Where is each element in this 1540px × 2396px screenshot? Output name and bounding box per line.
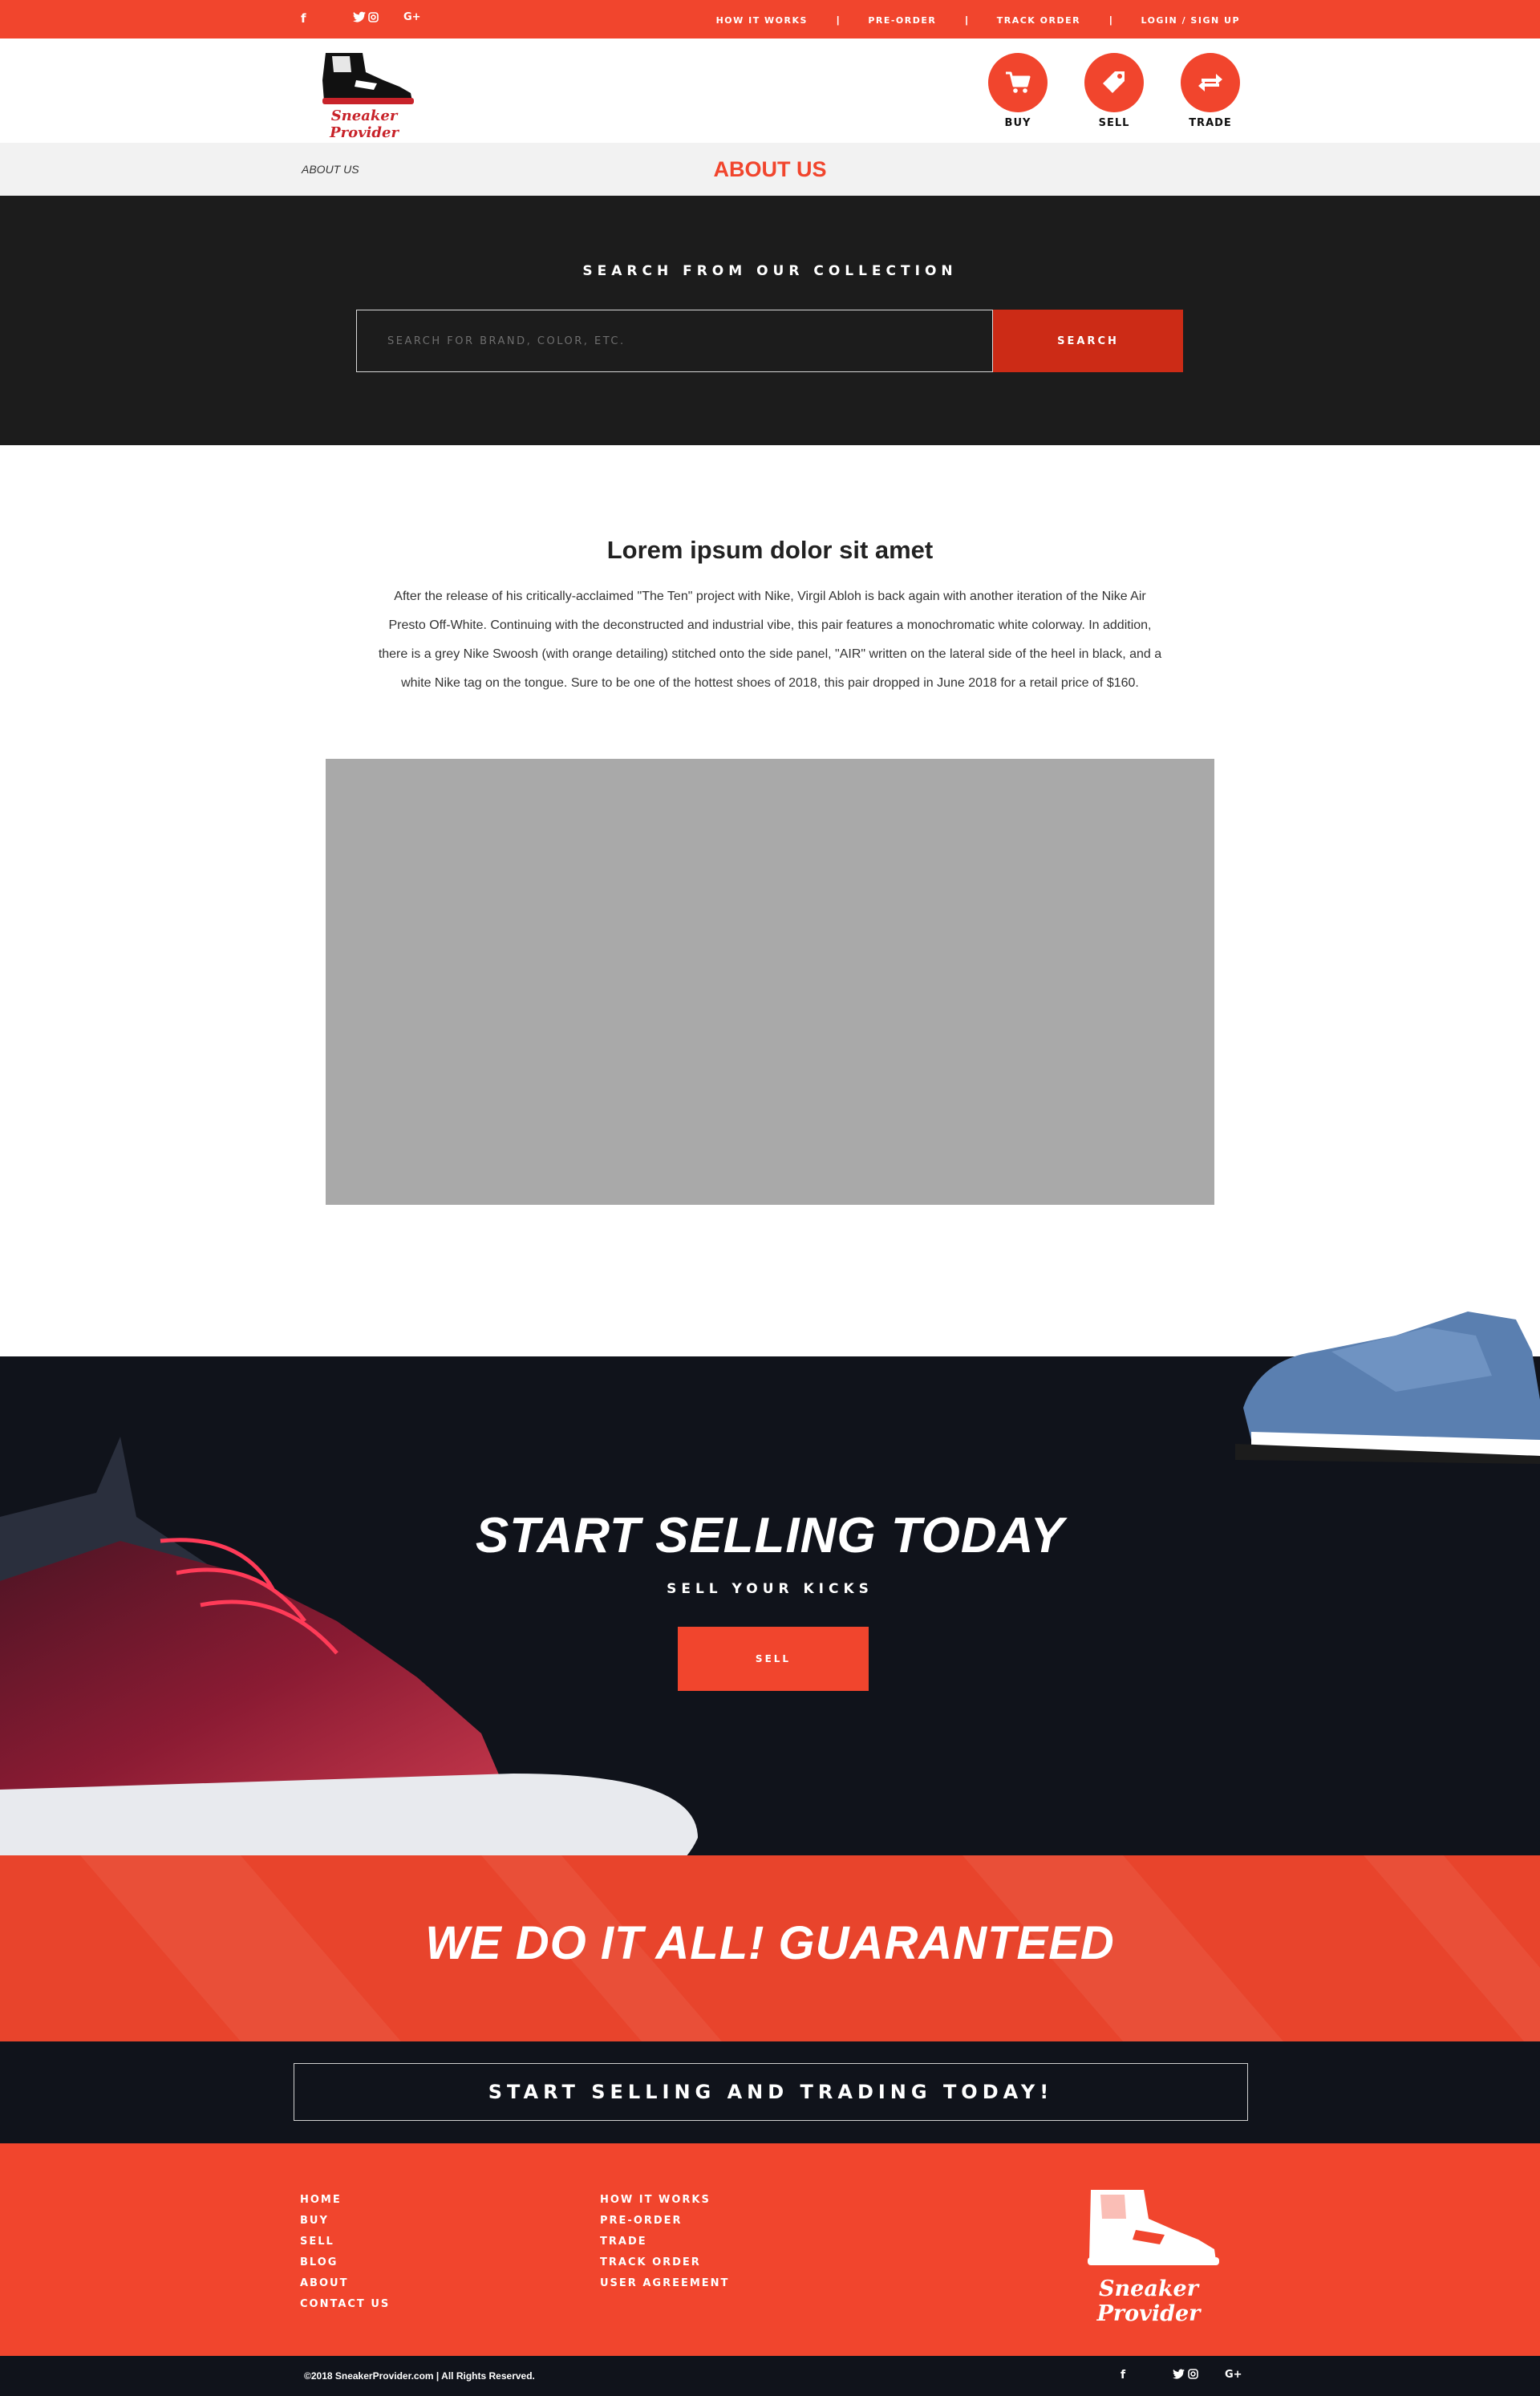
- start-selling-trading-button[interactable]: START SELLING AND TRADING TODAY!: [294, 2063, 1248, 2121]
- twitter-icon[interactable]: [353, 11, 366, 26]
- twitter-icon[interactable]: [1173, 2369, 1185, 2382]
- blue-sneaker-image: [1235, 1312, 1540, 1464]
- exchange-icon: [1181, 53, 1240, 112]
- nav-buy[interactable]: BUY: [987, 53, 1048, 129]
- separator: |: [1109, 14, 1112, 26]
- sneaker-logo-icon: [322, 53, 414, 104]
- instagram-icon[interactable]: [368, 11, 379, 26]
- search-input[interactable]: [356, 310, 993, 372]
- cart-icon: [988, 53, 1048, 112]
- footer: HOME BUY SELL BLOG ABOUT CONTACT US HOW …: [0, 2143, 1540, 2356]
- sneaker-logo-icon: [1088, 2190, 1219, 2265]
- media-placeholder: [326, 759, 1214, 1205]
- content-title: Lorem ipsum dolor sit amet: [606, 536, 934, 564]
- logo-text: Sneaker Provider: [330, 107, 399, 141]
- cta-section: START SELLING AND TRADING TODAY!: [0, 2041, 1540, 2143]
- footer-pre-order-link[interactable]: PRE-ORDER: [600, 2211, 729, 2232]
- sell-subheading: SELL YOUR KICKS: [667, 1581, 873, 1597]
- how-it-works-link[interactable]: HOW IT WORKS: [716, 15, 808, 26]
- header: Sneaker Provider BUY SELL TRADE: [0, 39, 1540, 143]
- footer-links-primary: HOME BUY SELL BLOG ABOUT CONTACT US: [300, 2190, 390, 2315]
- footer-how-it-works-link[interactable]: HOW IT WORKS: [600, 2190, 729, 2211]
- guarantee-banner: WE DO IT ALL! GUARANTEED: [0, 1855, 1540, 2041]
- footer-home-link[interactable]: HOME: [300, 2190, 390, 2211]
- sell-button[interactable]: SELL: [678, 1627, 869, 1691]
- search-section: SEARCH FROM OUR COLLECTION SEARCH: [0, 196, 1540, 445]
- pre-order-link[interactable]: PRE-ORDER: [868, 15, 936, 26]
- guarantee-text: WE DO IT ALL! GUARANTEED: [425, 1917, 1115, 1969]
- nav-trade-label: TRADE: [1189, 117, 1232, 129]
- googleplus-icon[interactable]: G+: [403, 11, 421, 23]
- search-button[interactable]: SEARCH: [993, 310, 1183, 372]
- facebook-icon[interactable]: f: [301, 11, 306, 26]
- site-logo[interactable]: Sneaker Provider: [300, 48, 428, 141]
- breadcrumb-bar: ABOUT US ABOUT US: [0, 143, 1540, 196]
- nav-buy-label: BUY: [1004, 117, 1031, 129]
- footer-logo[interactable]: Sneaker Provider: [1056, 2183, 1242, 2326]
- separator: |: [836, 14, 840, 26]
- footer-buy-link[interactable]: BUY: [300, 2211, 390, 2232]
- bottom-bar: ©2018 SneakerProvider.com | All Rights R…: [0, 2356, 1540, 2396]
- sell-heading: START SELLING TODAY: [475, 1508, 1065, 1563]
- footer-user-agreement-link[interactable]: USER AGREEMENT: [600, 2273, 729, 2294]
- footer-logo-text: Sneaker Provider: [1096, 2276, 1201, 2326]
- footer-about-link[interactable]: ABOUT: [300, 2273, 390, 2294]
- footer-sell-link[interactable]: SELL: [300, 2232, 390, 2252]
- tag-icon: [1084, 53, 1144, 112]
- footer-links-secondary: HOW IT WORKS PRE-ORDER TRADE TRACK ORDER…: [600, 2190, 729, 2294]
- footer-contact-link[interactable]: CONTACT US: [300, 2294, 390, 2315]
- nav-trade[interactable]: TRADE: [1180, 53, 1241, 129]
- search-title: SEARCH FROM OUR COLLECTION: [582, 263, 958, 279]
- top-links: HOW IT WORKS | PRE-ORDER | TRACK ORDER |…: [716, 14, 1240, 26]
- footer-track-order-link[interactable]: TRACK ORDER: [600, 2252, 729, 2273]
- top-bar: f G+ HOW IT WORKS | PRE-ORDER | TRACK OR…: [0, 0, 1540, 39]
- nav-sell-label: SELL: [1098, 117, 1130, 129]
- footer-blog-link[interactable]: BLOG: [300, 2252, 390, 2273]
- separator: |: [965, 14, 968, 26]
- track-order-link[interactable]: TRACK ORDER: [997, 15, 1080, 26]
- googleplus-icon[interactable]: G+: [1225, 2369, 1242, 2381]
- copyright-text: ©2018 SneakerProvider.com | All Rights R…: [304, 2370, 535, 2382]
- nav-sell[interactable]: SELL: [1084, 53, 1145, 129]
- content-body: After the release of his critically-accl…: [378, 590, 1162, 690]
- sell-section: START SELLING TODAY SELL YOUR KICKS SELL: [0, 1312, 1540, 1934]
- instagram-icon[interactable]: [1188, 2369, 1198, 2382]
- facebook-icon[interactable]: f: [1121, 2369, 1125, 2382]
- page-title: ABOUT US: [713, 157, 827, 181]
- footer-trade-link[interactable]: TRADE: [600, 2232, 729, 2252]
- login-signup-link[interactable]: LOGIN / SIGN UP: [1141, 15, 1240, 26]
